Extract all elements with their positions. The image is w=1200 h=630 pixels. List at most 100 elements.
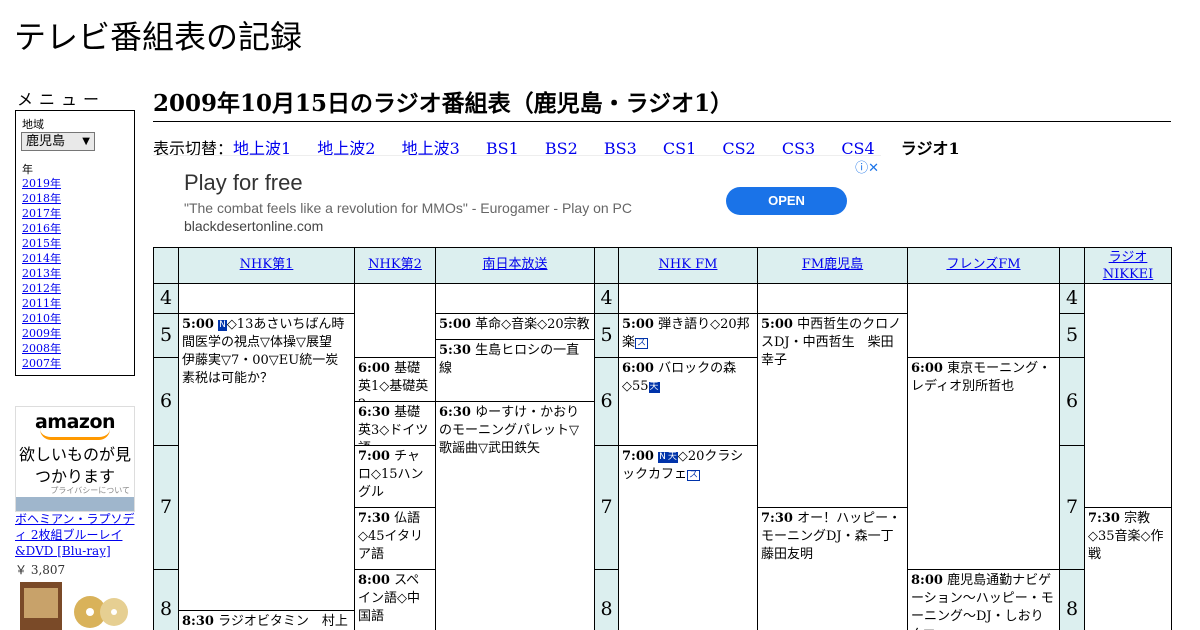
year-link-2015[interactable]: 2015年: [22, 237, 61, 250]
year-link-2013[interactable]: 2013年: [22, 267, 61, 280]
stereo-mark-icon: ス: [687, 470, 701, 481]
region-label: 地域: [22, 118, 44, 131]
hour-cell: 5: [1059, 313, 1085, 358]
news-mark-icon: N: [218, 320, 227, 331]
year-link-2012[interactable]: 2012年: [22, 282, 61, 295]
year-link-2007[interactable]: 2007年: [22, 357, 61, 370]
amazon-privacy-link[interactable]: プライバシーについて: [50, 485, 130, 496]
hour-cell: 4: [1059, 283, 1085, 314]
program-cell[interactable]: 7:30 オー！ハッピー・モーニングDJ・森一丁 藤田友明: [757, 507, 908, 630]
program-cell[interactable]: 8:00 鹿児島通勤ナビゲーション～ハッピー・モーニング～DJ・しおりん▽: [907, 569, 1060, 630]
channel-header: 南日本放送: [435, 247, 595, 284]
program-time: 5:00: [761, 317, 793, 332]
year-link-2010[interactable]: 2010年: [22, 312, 61, 325]
program-time: 6:30: [358, 405, 390, 420]
channel-header: NHK FM: [618, 247, 758, 284]
program-cell[interactable]: 6:30 ゆーすけ・かおりのモーニングパレット▽歌謡曲▽武田鉄矢: [435, 401, 595, 630]
amazon-ad[interactable]: amazon 欲しいものが見つかります プライバシーについて: [15, 406, 135, 512]
program-time: 7:00: [622, 449, 654, 464]
program-text: 革命◇音楽◇20宗教: [475, 317, 590, 332]
program-empty: [618, 283, 758, 314]
banner-ad[interactable]: Play for free "The combat feels like a r…: [153, 155, 881, 246]
product-link[interactable]: ボヘミアン・ラプソディ 2枚組ブルーレイ&DVD [Blu-ray]: [15, 511, 137, 559]
hour-cell: 6: [1059, 357, 1085, 446]
year-label: 年: [22, 163, 33, 176]
year-link-2009[interactable]: 2009年: [22, 327, 61, 340]
channel-link-nikkei[interactable]: ラジオNIKKEI: [1103, 250, 1154, 282]
program-cell[interactable]: 5:00 革命◇音楽◇20宗教: [435, 313, 595, 340]
chevron-down-icon: ▼: [82, 136, 90, 147]
program-cell[interactable]: 6:00 基礎英1◇基礎英2: [354, 357, 436, 402]
channel-link-fmkagoshima[interactable]: FM鹿児島: [802, 257, 863, 272]
channel-link-mbc[interactable]: 南日本放送: [482, 257, 547, 272]
channel-link-nhk2[interactable]: NHK第2: [368, 257, 422, 272]
hour-cell: 6: [153, 357, 179, 446]
ad-url: blackdesertonline.com: [184, 218, 324, 234]
program-time: 7:30: [358, 511, 390, 526]
year-link-2018[interactable]: 2018年: [22, 192, 61, 205]
program-cell[interactable]: 7:30 仏語◇45イタリア語: [354, 507, 436, 570]
channel-header: ラジオNIKKEI: [1084, 247, 1172, 284]
ad-open-button[interactable]: OPEN: [726, 187, 847, 215]
channel-header: NHK第2: [354, 247, 436, 284]
weather-mark-icon: 天: [648, 382, 660, 393]
site-title: テレビ番組表の記録: [14, 18, 303, 56]
weather-mark-icon: 天: [666, 452, 678, 463]
corner-cell: [1059, 247, 1085, 284]
program-cell[interactable]: 5:00 弾き語り◇20邦楽ス: [618, 313, 758, 358]
hour-cell: 8: [1059, 569, 1085, 630]
hour-cell: 7: [594, 445, 619, 570]
program-cell[interactable]: 6:00 バロックの森◇55天: [618, 357, 758, 446]
corner-cell: [153, 247, 179, 284]
program-cell[interactable]: 5:00 中西哲生のクロノスDJ・中西哲生 柴田幸子: [757, 313, 908, 508]
menu-box: 地域 鹿児島 ▼ 年 2019年 2018年 2017年 2016年 2015年…: [15, 110, 135, 376]
hour-cell: 8: [153, 569, 179, 630]
channel-link-nhkfm[interactable]: NHK FM: [659, 257, 718, 272]
year-link-2008[interactable]: 2008年: [22, 342, 61, 355]
program-cell[interactable]: 8:30 ラジオビタミン 村上: [178, 610, 355, 630]
program-cell[interactable]: 7:00 チャロ◇15ハングル: [354, 445, 436, 508]
program-cell[interactable]: 6:00 東京モーニング・レディオ別所哲也: [907, 357, 1060, 570]
program-empty: [178, 283, 355, 314]
program-time: 7:30: [1088, 511, 1120, 526]
program-cell[interactable]: 5:30 生島ヒロシの一直線: [435, 339, 595, 402]
hour-cell: 5: [594, 313, 619, 358]
product-price: ￥ 3,807: [15, 563, 66, 577]
year-link-2014[interactable]: 2014年: [22, 252, 61, 265]
program-time: 8:00: [911, 573, 943, 588]
year-link-2019[interactable]: 2019年: [22, 177, 61, 190]
hour-cell: 5: [153, 313, 179, 358]
year-link-2011[interactable]: 2011年: [22, 297, 61, 310]
program-time: 8:30: [182, 614, 214, 629]
schedule-grid: NHK第1 NHK第2 南日本放送 NHK FM FM鹿児島 フレンズFM ラジ…: [153, 247, 1172, 630]
program-time: 6:00: [911, 361, 943, 376]
program-cell[interactable]: 5:00 N◇13あさいちばん時間医学の視点▽体操▽展望 伊藤実▽7・00▽EU…: [178, 313, 355, 611]
ad-choices-icon[interactable]: ⓘ✕: [855, 157, 879, 176]
hour-cell: 7: [1059, 445, 1085, 570]
region-select[interactable]: 鹿児島 ▼: [21, 132, 95, 151]
year-link-2017[interactable]: 2017年: [22, 207, 61, 220]
hour-cell: 4: [594, 283, 619, 314]
ad-headline: Play for free: [184, 170, 303, 195]
channel-link-friendsfm[interactable]: フレンズFM: [946, 257, 1020, 272]
amazon-logo: amazon: [34, 411, 116, 433]
corner-cell: [594, 247, 619, 284]
year-link-2016[interactable]: 2016年: [22, 222, 61, 235]
year-list: 2019年 2018年 2017年 2016年 2015年 2014年 2013…: [22, 176, 61, 371]
program-cell[interactable]: 6:30 基礎英3◇ドイツ語: [354, 401, 436, 446]
program-time: 5:30: [439, 343, 471, 358]
program-empty: [354, 283, 436, 358]
program-time: 5:00: [439, 317, 471, 332]
program-time: 8:00: [358, 573, 390, 588]
news-mark-icon: N: [658, 452, 667, 463]
program-cell[interactable]: 8:00 スペイン語◇中国語: [354, 569, 436, 630]
program-cell[interactable]: 7:30 宗教◇35音楽◇作戦: [1084, 507, 1172, 630]
channel-link-nhk1[interactable]: NHK第1: [240, 257, 294, 272]
program-empty: [435, 283, 595, 314]
hour-cell: 8: [594, 569, 619, 630]
stereo-mark-icon: ス: [635, 338, 649, 349]
program-cell[interactable]: 7:00 N 天◇20クラシックカフェス: [618, 445, 758, 630]
program-empty: [1084, 283, 1172, 508]
program-time: 5:00: [182, 317, 214, 332]
product-image[interactable]: [18, 580, 130, 630]
